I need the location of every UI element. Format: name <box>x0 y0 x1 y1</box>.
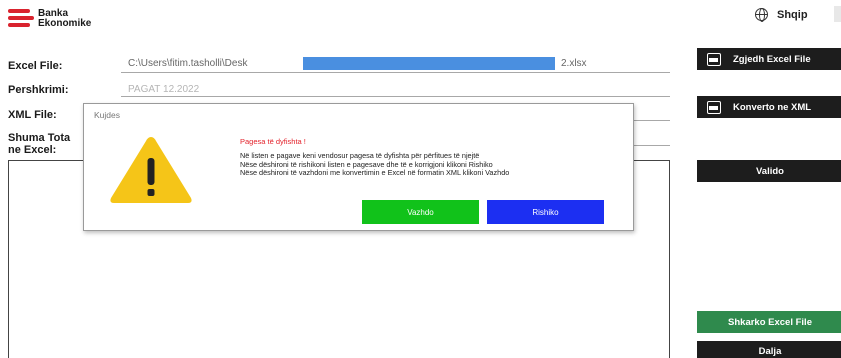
excel-file-path-end: 2.xlsx <box>561 58 587 69</box>
message-line3: Nëse dëshironi të vazhdoni me konvertimi… <box>240 168 510 177</box>
message-body: Në listen e pagave keni vendosur pagesa … <box>240 151 630 178</box>
warning-triangle-icon <box>110 137 192 203</box>
dialog-title: Kujdes <box>94 110 120 120</box>
exit-button[interactable]: Dalja <box>697 341 841 358</box>
globe-icon <box>755 8 768 22</box>
file-icon <box>707 52 721 66</box>
sum-total-label-line2: ne Excel: <box>8 144 57 156</box>
excel-path-selection-highlight <box>303 57 555 70</box>
message-title: Pagesa të dyfishta ! <box>240 137 306 146</box>
language-dropdown-edge[interactable] <box>834 6 841 22</box>
sum-total-field[interactable] <box>634 145 670 146</box>
sum-total-label-line1: Shuma Tota <box>8 132 71 144</box>
bank-name-line2: Ekonomike <box>38 18 92 29</box>
review-button[interactable]: Rishiko <box>487 200 604 224</box>
description-label: Pershkrimi: <box>8 84 69 96</box>
excel-file-field[interactable] <box>121 72 670 73</box>
convert-xml-label: Konverto ne XML <box>733 101 812 113</box>
description-field[interactable] <box>121 96 670 97</box>
language-label: Shqip <box>777 8 808 21</box>
description-value: PAGAT 12.2022 <box>128 84 200 95</box>
warning-dialog: Kujdes Pagesa të dyfishta ! Në listen e … <box>83 103 634 231</box>
bank-logo: Banka Ekonomike <box>8 8 91 30</box>
excel-file-path-start: C:\Users\fitim.tasholli\Desk <box>128 58 248 69</box>
bank-name: Banka Ekonomike <box>38 9 91 29</box>
xml-file-label: XML File: <box>8 109 57 121</box>
bank-logo-mark <box>8 8 34 30</box>
continue-button[interactable]: Vazhdo <box>362 200 479 224</box>
convert-xml-button[interactable]: Konverto ne XML <box>697 96 841 118</box>
validate-button[interactable]: Valido <box>697 160 841 182</box>
download-excel-button[interactable]: Shkarko Excel File <box>697 311 841 333</box>
select-excel-label: Zgjedh Excel File <box>733 53 811 65</box>
select-excel-button[interactable]: Zgjedh Excel File <box>697 48 841 70</box>
xml-file-field[interactable] <box>634 120 670 121</box>
language-selector[interactable]: Shqip <box>755 8 808 22</box>
excel-file-label: Excel File: <box>8 60 63 72</box>
file-icon <box>707 100 721 114</box>
